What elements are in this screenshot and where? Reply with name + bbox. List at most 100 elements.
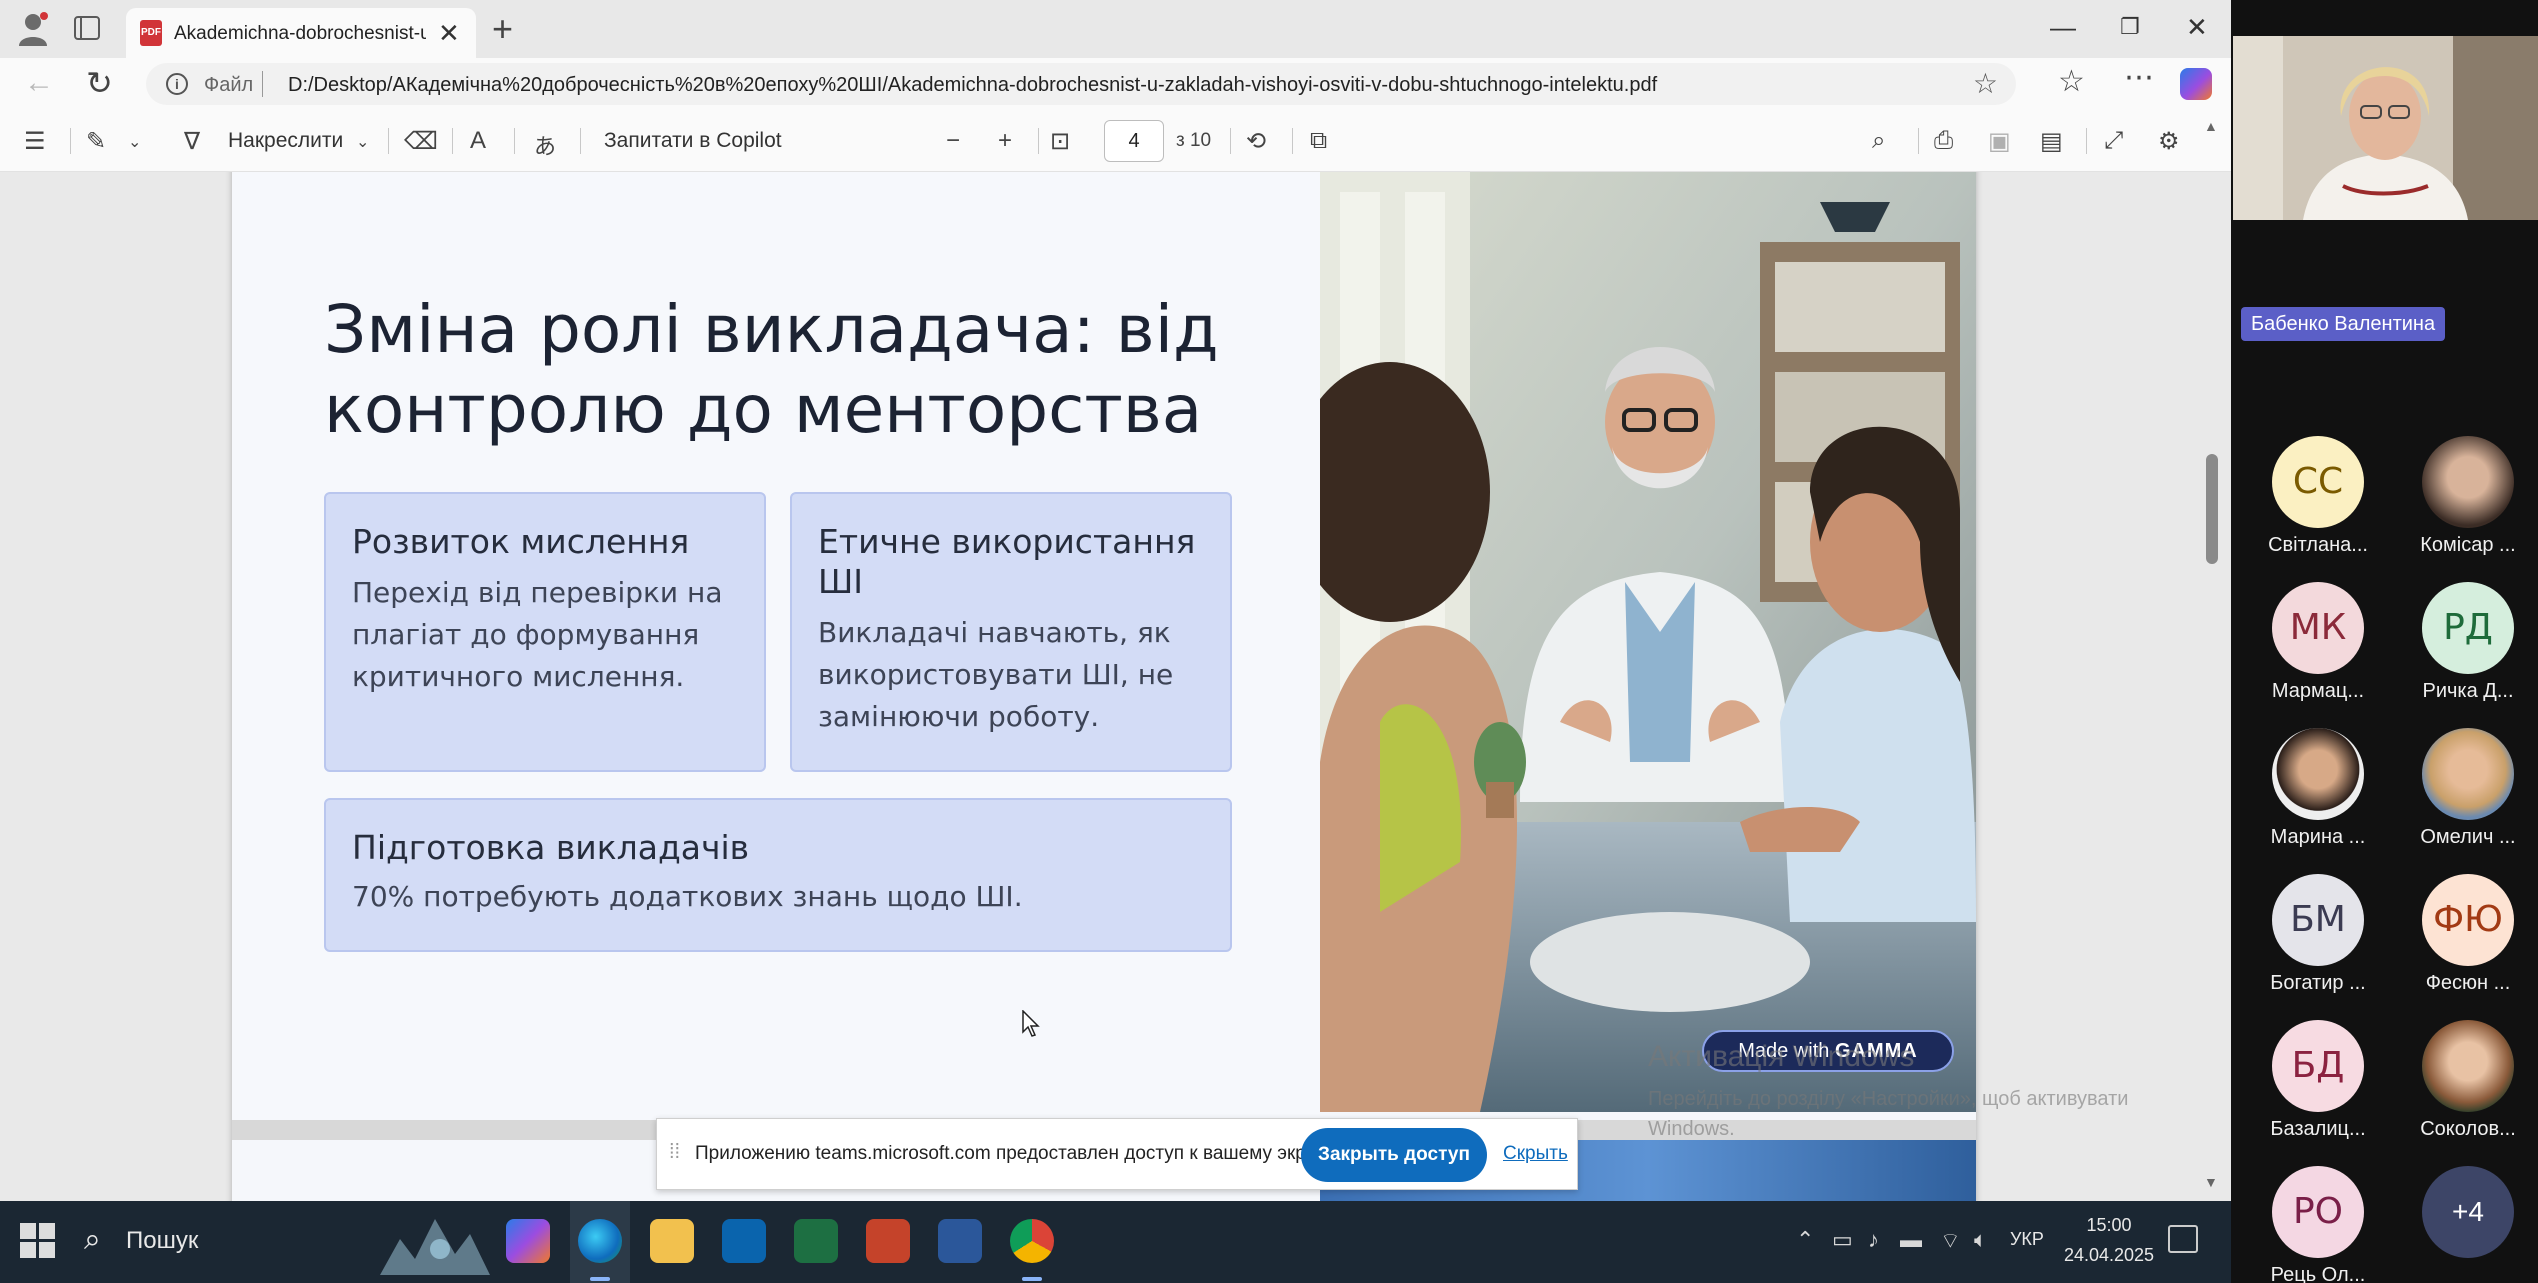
print-icon[interactable]: ⎙ bbox=[1934, 127, 1953, 155]
divider bbox=[514, 128, 515, 154]
vertical-scrollbar[interactable]: ▲ ▼ bbox=[2200, 118, 2224, 1190]
url-text[interactable]: D:/Desktop/AКадемічна%20доброчесність%20… bbox=[288, 74, 1657, 97]
file-label: Файл bbox=[204, 74, 254, 96]
chevron-down-icon[interactable]: ⌄ bbox=[128, 132, 141, 152]
participant-tile[interactable]: Соколов... bbox=[2398, 1020, 2538, 1150]
windows-start-icon[interactable] bbox=[20, 1223, 56, 1259]
drag-handle-icon[interactable]: ⁞⁞ bbox=[669, 1141, 680, 1164]
translate-icon[interactable]: あ bbox=[534, 129, 556, 161]
participant-tile[interactable]: Марина ... bbox=[2248, 728, 2388, 858]
participant-tile[interactable]: СС Світлана... bbox=[2248, 436, 2388, 566]
avatar: БМ bbox=[2272, 874, 2364, 966]
rotate-icon[interactable]: ⟲ bbox=[1246, 127, 1266, 156]
participant-tile[interactable]: Комісар ... bbox=[2398, 436, 2538, 566]
favorites-icon[interactable]: ☆ bbox=[2058, 64, 2085, 99]
photo-illustration bbox=[1320, 172, 1976, 1112]
chevron-down-icon[interactable]: ⌄ bbox=[356, 132, 369, 152]
avatar-photo bbox=[2272, 728, 2364, 820]
participant-tile[interactable]: РО Рець Ол... bbox=[2248, 1166, 2388, 1283]
edge-app-icon[interactable] bbox=[578, 1219, 622, 1263]
minimize-button[interactable]: — bbox=[2050, 12, 2076, 43]
volume-icon[interactable]: 🔈︎ bbox=[1974, 1227, 1987, 1253]
card-body: Перехід від перевірки на плагіат до форм… bbox=[352, 576, 723, 693]
zoom-in-icon[interactable]: + bbox=[998, 127, 1012, 155]
save-icon[interactable]: ▣ bbox=[1988, 127, 2011, 156]
scrollbar-thumb[interactable] bbox=[2206, 454, 2218, 564]
avatar-photo bbox=[2422, 436, 2514, 528]
participant-name: Рець Ол... bbox=[2270, 1264, 2366, 1283]
presenter-video-frame bbox=[2233, 36, 2538, 220]
back-button[interactable]: ← bbox=[24, 66, 54, 100]
divider bbox=[388, 128, 389, 154]
wifi-icon[interactable]: ⌔ bbox=[1940, 1227, 1961, 1255]
new-tab-button[interactable]: + bbox=[492, 8, 513, 50]
search-icon[interactable]: ⌕ bbox=[84, 1223, 101, 1257]
file-explorer-icon[interactable] bbox=[650, 1219, 694, 1263]
divider bbox=[262, 71, 263, 97]
hide-link[interactable]: Скрыть bbox=[1503, 1143, 1568, 1165]
stop-sharing-button[interactable]: Закрыть доступ bbox=[1301, 1128, 1487, 1182]
draw-label[interactable]: Накреслити bbox=[228, 129, 343, 153]
clock-time[interactable]: 15:00 bbox=[2064, 1215, 2154, 1236]
participant-tile[interactable]: БМ Богатир ... bbox=[2248, 874, 2388, 1004]
read-aloud-icon[interactable]: A bbox=[470, 127, 486, 155]
show-hidden-icons-chevron-icon[interactable]: ⌃ bbox=[1796, 1227, 1814, 1253]
highlight-icon[interactable]: ✎ bbox=[86, 127, 106, 156]
reload-button[interactable]: ↻ bbox=[86, 64, 113, 102]
chrome-app-icon[interactable] bbox=[1010, 1219, 1054, 1263]
ask-copilot-label[interactable]: Запитати в Copilot bbox=[604, 129, 782, 153]
outlook-app-icon[interactable] bbox=[722, 1219, 766, 1263]
clock-date[interactable]: 24.04.2025 bbox=[2050, 1245, 2168, 1266]
page-view-icon[interactable]: ⧉ bbox=[1310, 127, 1327, 155]
divider bbox=[452, 128, 453, 154]
more-participants-button[interactable]: +4 bbox=[2422, 1166, 2514, 1258]
battery-icon[interactable]: ▬ bbox=[1900, 1227, 1922, 1253]
copilot-icon[interactable] bbox=[2180, 68, 2212, 100]
info-icon[interactable]: i bbox=[166, 73, 188, 95]
eraser-icon[interactable]: ⌫ bbox=[404, 127, 438, 156]
draw-icon[interactable]: ∇ bbox=[184, 127, 200, 156]
word-app-icon[interactable] bbox=[938, 1219, 982, 1263]
pdf-reader-app-icon[interactable] bbox=[866, 1219, 910, 1263]
avatar: БД bbox=[2272, 1020, 2364, 1112]
close-window-button[interactable]: ✕ bbox=[2186, 12, 2208, 43]
windows-activation-watermark: Активація Windows bbox=[1648, 1040, 1915, 1073]
microphone-icon[interactable]: ♪ bbox=[1868, 1227, 1879, 1253]
excel-app-icon[interactable] bbox=[794, 1219, 838, 1263]
pdf-viewer[interactable]: Зміна ролі викладача: від контролю до ме… bbox=[0, 172, 2231, 1201]
edge-browser-window: PDF Akademichna-dobrochesnist-u-za ✕ + —… bbox=[0, 0, 2231, 1201]
input-language[interactable]: УКР bbox=[2010, 1229, 2044, 1250]
fit-page-icon[interactable]: ⊡ bbox=[1050, 127, 1070, 156]
participant-tile[interactable]: РД Ричка Д... bbox=[2398, 582, 2538, 712]
scroll-down-icon[interactable]: ▼ bbox=[2204, 1174, 2218, 1190]
taskbar-search-label[interactable]: Пошук bbox=[126, 1227, 198, 1255]
close-tab-icon[interactable]: ✕ bbox=[438, 18, 460, 49]
vertical-tabs-icon[interactable] bbox=[74, 16, 100, 40]
restore-button[interactable]: ❐ bbox=[2120, 14, 2140, 40]
participant-tile[interactable]: БД Базалиц... bbox=[2248, 1020, 2388, 1150]
presenter-video[interactable] bbox=[2233, 36, 2538, 220]
tab-title: Akademichna-dobrochesnist-u-za bbox=[174, 23, 426, 44]
page-number-input[interactable]: 4 bbox=[1104, 120, 1164, 162]
save-as-icon[interactable]: ▤ bbox=[2040, 127, 2063, 156]
participant-tile[interactable]: МК Мармац... bbox=[2248, 582, 2388, 712]
zoom-out-icon[interactable]: − bbox=[946, 127, 960, 155]
scroll-up-icon[interactable]: ▲ bbox=[2204, 118, 2218, 134]
card-thinking: Розвиток мислення Перехід від перевірки … bbox=[324, 492, 766, 772]
notifications-icon[interactable] bbox=[2168, 1225, 2198, 1253]
fullscreen-icon[interactable]: ⤢ bbox=[2104, 127, 2123, 155]
participant-tile[interactable]: ФЮ Фесюн ... bbox=[2398, 874, 2538, 1004]
participant-tile[interactable]: Омелич ... bbox=[2398, 728, 2538, 858]
meet-now-icon[interactable]: ▭ bbox=[1832, 1227, 1853, 1253]
tab-pdf-document[interactable]: PDF Akademichna-dobrochesnist-u-za ✕ bbox=[126, 8, 476, 58]
contents-icon[interactable]: ☰ bbox=[24, 127, 46, 156]
copilot-app-icon[interactable] bbox=[506, 1219, 550, 1263]
url-field[interactable]: i Файл D:/Desktop/AКадемічна%20доброчесн… bbox=[146, 63, 2016, 105]
more-menu-icon[interactable]: ⋯ bbox=[2124, 60, 2154, 95]
divider bbox=[1230, 128, 1231, 154]
divider bbox=[70, 128, 71, 154]
settings-gear-icon[interactable]: ⚙ bbox=[2158, 127, 2180, 156]
search-icon[interactable]: ⌕ bbox=[1872, 127, 1885, 155]
card-title: Підготовка викладачів bbox=[352, 828, 750, 867]
favorite-star-icon[interactable]: ☆ bbox=[1973, 67, 1998, 100]
